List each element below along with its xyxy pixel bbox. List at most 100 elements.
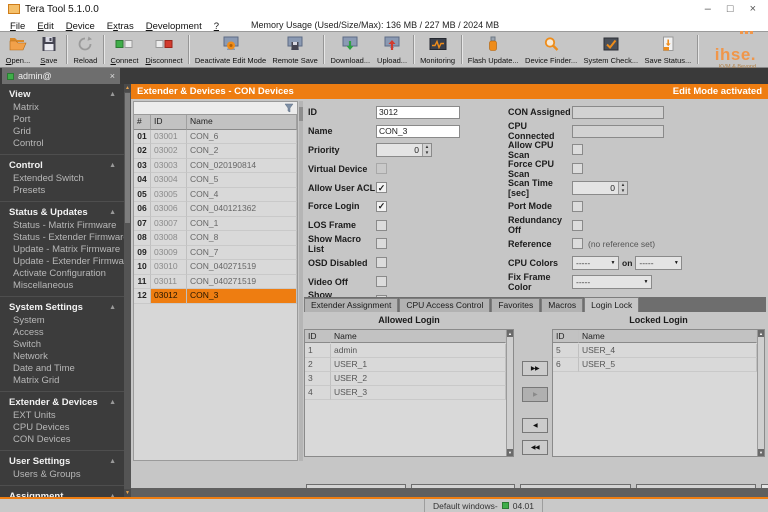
device-row-03005[interactable]: 0503005CON_4 — [134, 188, 297, 203]
move-right-button[interactable]: ▶ — [522, 387, 548, 402]
table-filter-row[interactable] — [134, 102, 297, 115]
toolbar-button-system-check[interactable]: System Check... — [580, 33, 641, 66]
device-row-03003[interactable]: 0303003CON_020190814 — [134, 159, 297, 174]
sidebar-section-header-control[interactable]: Control▲ — [0, 158, 124, 173]
sidebar-item-miscellaneous[interactable]: Miscellaneous — [0, 280, 124, 292]
force-cpu-scan-checkbox[interactable] — [572, 163, 583, 174]
sidebar-scrollbar-thumb[interactable] — [125, 93, 130, 223]
device-row-03001[interactable]: 0103001CON_6 — [134, 130, 297, 145]
menu-item[interactable]: ? — [208, 21, 225, 32]
spinner-arrows[interactable]: ▲▼ — [618, 182, 627, 194]
sidebar-section-header-system-settings[interactable]: System Settings▲ — [0, 300, 124, 315]
menu-extras[interactable]: Extras — [101, 21, 140, 32]
sidebar-scrollbar[interactable]: ▲ ▼ — [124, 84, 131, 497]
login-row-user-3[interactable]: 4USER_3 — [305, 386, 506, 400]
sidebar-item-status-matrix-firmware[interactable]: Status - Matrix Firmware — [0, 220, 124, 232]
sidebar-item-network[interactable]: Network — [0, 351, 124, 363]
move-left-button[interactable]: ◀ — [522, 418, 548, 433]
sidebar-section-header-extender-devices[interactable]: Extender & Devices▲ — [0, 395, 124, 410]
scroll-down-icon[interactable]: ▼ — [124, 489, 131, 497]
sidebar-item-cpu-devices[interactable]: CPU Devices — [0, 422, 124, 434]
sidebar-item-system[interactable]: System — [0, 315, 124, 327]
login-row-user-1[interactable]: 2USER_1 — [305, 358, 506, 372]
con-assigned-input[interactable] — [572, 106, 664, 119]
filter-icon[interactable] — [284, 103, 294, 113]
sidebar-item-control[interactable]: Control — [0, 138, 124, 150]
sidebar-section-header-view[interactable]: View▲ — [0, 87, 124, 102]
close-tab-icon[interactable]: × — [110, 71, 115, 81]
toolbar-button-save-status[interactable]: Save Status... — [641, 33, 694, 66]
id-input[interactable] — [376, 106, 460, 119]
login-row-admin[interactable]: 1admin — [305, 344, 506, 358]
device-row-03002[interactable]: 0203002CON_2 — [134, 144, 297, 159]
close-icon[interactable]: × — [750, 0, 756, 18]
name-input[interactable] — [376, 125, 460, 138]
toolbar-button-save[interactable]: Save — [34, 33, 64, 66]
splitter-handle-icon[interactable] — [299, 107, 303, 121]
sidebar-item-date-and-time[interactable]: Date and Time — [0, 363, 124, 375]
device-row-03004[interactable]: 0403004CON_5 — [134, 173, 297, 188]
reference-checkbox[interactable] — [572, 238, 583, 249]
sidebar-item-ext-units[interactable]: EXT Units — [0, 410, 124, 422]
login-row-user-5[interactable]: 6USER_5 — [553, 358, 757, 372]
spinner-down-icon[interactable]: ▼ — [423, 150, 431, 156]
los-frame-checkbox[interactable] — [376, 220, 387, 231]
cpu-connected-input[interactable] — [572, 125, 664, 138]
sidebar-item-access[interactable]: Access — [0, 327, 124, 339]
priority-spinner[interactable]: 0▲▼ — [376, 143, 432, 157]
scroll-up-icon[interactable]: ▲ — [124, 84, 131, 92]
force-login-checkbox[interactable]: ✓ — [376, 201, 387, 212]
sidebar-item-status-extender-firmware[interactable]: Status - Extender Firmware — [0, 232, 124, 244]
toolbar-button-open[interactable]: Open... — [2, 33, 34, 66]
maximize-icon[interactable]: □ — [727, 0, 734, 18]
toolbar-button-reload[interactable]: Reload — [70, 33, 101, 66]
move-all-right-button[interactable]: ▶▶ — [522, 361, 548, 376]
virtual-device-checkbox[interactable] — [376, 163, 387, 174]
sidebar-item-activate-configuration[interactable]: Activate Configuration — [0, 268, 124, 280]
toolbar-button-flash-update[interactable]: Flash Update... — [465, 33, 522, 66]
scroll-down-icon[interactable]: ▼ — [758, 449, 764, 456]
sidebar-item-matrix-grid[interactable]: Matrix Grid — [0, 375, 124, 387]
toolbar-button-remote-save[interactable]: Remote Save — [269, 33, 321, 66]
spinner-arrows[interactable]: ▲▼ — [422, 144, 431, 156]
toolbar-button-device-finder[interactable]: Device Finder... — [522, 33, 581, 66]
toolbar-button-connect[interactable]: Connect — [107, 33, 142, 66]
fix-frame-color-select[interactable]: -----▼ — [572, 275, 652, 289]
sidebar-section-header-status-updates[interactable]: Status & Updates▲ — [0, 205, 124, 220]
spinner-down-icon[interactable]: ▼ — [619, 188, 627, 194]
device-row-03009[interactable]: 0903009CON_7 — [134, 246, 297, 261]
toolbar-button-download[interactable]: Download... — [327, 33, 373, 66]
tab-login-lock[interactable]: Login Lock — [584, 297, 639, 312]
cpu-colors-select-1[interactable]: -----▼ — [572, 256, 619, 270]
scan-time-sec-spinner[interactable]: 0▲▼ — [572, 181, 628, 195]
device-row-03011[interactable]: 1103011CON_040271519 — [134, 275, 297, 290]
toolbar-button-monitoring[interactable]: Monitoring — [417, 33, 459, 66]
sidebar-item-update-extender-firmware[interactable]: Update - Extender Firmware — [0, 256, 124, 268]
allow-user-acl-checkbox[interactable]: ✓ — [376, 182, 387, 193]
column-header-item[interactable]: # — [134, 115, 151, 130]
login-row-user-4[interactable]: 5USER_4 — [553, 344, 757, 358]
sidebar-item-matrix[interactable]: Matrix — [0, 102, 124, 114]
sidebar-item-update-matrix-firmware[interactable]: Update - Matrix Firmware — [0, 244, 124, 256]
sidebar-section-header-user-settings[interactable]: User Settings▲ — [0, 454, 124, 469]
device-row-03010[interactable]: 1003010CON_040271519 — [134, 260, 297, 275]
minimize-icon[interactable]: – — [705, 0, 711, 18]
tab-favorites[interactable]: Favorites — [491, 298, 540, 312]
menu-development[interactable]: Development — [140, 21, 208, 32]
menu-edit[interactable]: Edit — [31, 21, 59, 32]
redundancy-off-checkbox[interactable] — [572, 220, 583, 231]
device-row-03012[interactable]: 1203012CON_3 — [134, 289, 297, 304]
show-macro-list-checkbox[interactable] — [376, 238, 387, 249]
sidebar-item-con-devices[interactable]: CON Devices — [0, 434, 124, 446]
video-off-checkbox[interactable] — [376, 276, 387, 287]
osd-disabled-checkbox[interactable] — [376, 257, 387, 268]
scroll-up-icon[interactable]: ▲ — [758, 330, 764, 337]
scroll-down-icon[interactable]: ▼ — [507, 449, 513, 456]
sidebar-item-port[interactable]: Port — [0, 114, 124, 126]
tab-macros[interactable]: Macros — [541, 298, 583, 312]
menu-file[interactable]: File — [4, 21, 31, 32]
locked-table-scrollbar[interactable]: ▲▼ — [757, 330, 764, 456]
device-row-03006[interactable]: 0603006CON_040121362 — [134, 202, 297, 217]
tab-cpu-access-control[interactable]: CPU Access Control — [399, 298, 490, 312]
sidebar-item-extended-switch[interactable]: Extended Switch — [0, 173, 124, 185]
